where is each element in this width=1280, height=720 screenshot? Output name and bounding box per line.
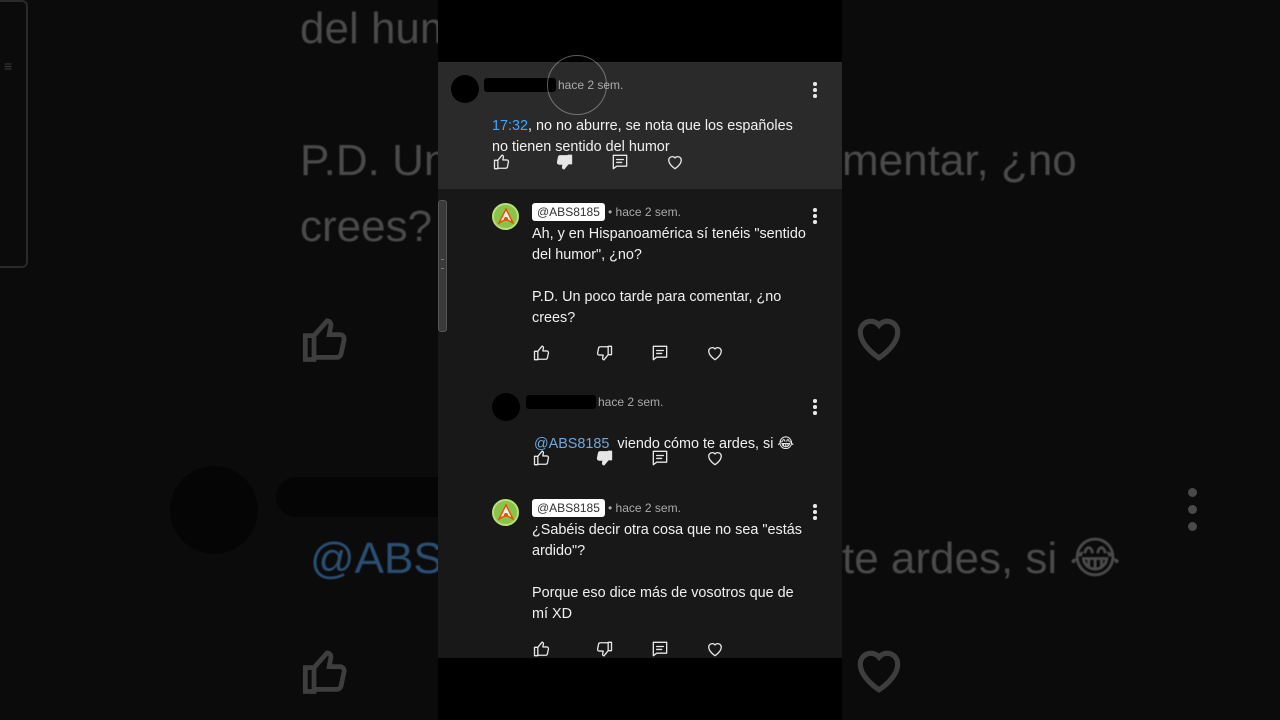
comment-time: • hace 2 sem. bbox=[608, 501, 681, 515]
comment-actions bbox=[532, 448, 732, 470]
reply-icon[interactable] bbox=[650, 448, 670, 468]
background-reply-text: te ardes, si 😂 bbox=[842, 534, 1121, 583]
thumbs-down-icon[interactable] bbox=[594, 343, 614, 363]
background-scrollbar: ≡ bbox=[0, 0, 28, 268]
heart-icon[interactable] bbox=[705, 448, 725, 468]
more-vert-icon[interactable] bbox=[807, 206, 823, 226]
thumbs-up-icon[interactable] bbox=[492, 152, 512, 172]
background-text-crees: crees? bbox=[300, 202, 433, 251]
panel-scrollbar[interactable] bbox=[438, 200, 447, 332]
background-text-pd-left: P.D. Un bbox=[300, 136, 449, 185]
avatar[interactable] bbox=[492, 393, 520, 421]
background-thumbs-up-icon bbox=[300, 314, 354, 371]
comment-item[interactable]: @ABS8185 • hace 2 sem. ¿Sabéis decir otr… bbox=[438, 485, 842, 658]
thumbs-down-icon[interactable] bbox=[554, 152, 574, 172]
comment-item[interactable]: @ABS8185 • hace 2 sem. Ah, y en Hispanoa… bbox=[438, 189, 842, 379]
heart-icon[interactable] bbox=[705, 639, 725, 658]
background-more-icon bbox=[1188, 488, 1200, 539]
thumbs-down-icon[interactable] bbox=[594, 448, 614, 468]
reply-icon[interactable] bbox=[650, 343, 670, 363]
comment-time: hace 2 sem. bbox=[558, 78, 624, 92]
comment-actions bbox=[492, 152, 692, 174]
comment-text: 17:32, no no aburre, se nota que los esp… bbox=[492, 95, 822, 158]
comment-text: ¿Sabéis decir otra cosa que no sea "está… bbox=[532, 522, 802, 622]
comment-text: Ah, y en Hispanoamérica sí tenéis "senti… bbox=[532, 226, 806, 326]
heart-icon[interactable] bbox=[665, 152, 685, 172]
timestamp-link[interactable]: 17:32 bbox=[492, 118, 528, 134]
thumbs-up-icon[interactable] bbox=[532, 639, 552, 658]
avatar[interactable] bbox=[492, 203, 519, 230]
background-thumbs-up-icon-2 bbox=[300, 646, 354, 703]
author-name-redacted[interactable] bbox=[484, 78, 556, 92]
thumbs-up-icon[interactable] bbox=[532, 448, 552, 468]
comment-actions bbox=[532, 639, 732, 658]
comment-text-body: , no no aburre, se nota que los españole… bbox=[492, 118, 793, 155]
background-mention: @ABS bbox=[310, 534, 443, 583]
comment-item[interactable]: hace 2 sem. 17:32, no no aburre, se nota… bbox=[438, 62, 842, 189]
reply-icon[interactable] bbox=[610, 152, 630, 172]
avatar[interactable] bbox=[492, 499, 519, 526]
reply-icon[interactable] bbox=[650, 639, 670, 658]
background-heart-icon-2 bbox=[850, 642, 908, 703]
avatar[interactable] bbox=[451, 75, 479, 103]
panel-top-bar bbox=[438, 0, 842, 62]
comment-thread-panel[interactable]: hace 2 sem. 17:32, no no aburre, se nota… bbox=[438, 62, 842, 658]
thumbs-down-icon[interactable] bbox=[594, 639, 614, 658]
comment-time: • hace 2 sem. bbox=[608, 205, 681, 219]
author-handle[interactable]: @ABS8185 bbox=[532, 499, 605, 517]
heart-icon[interactable] bbox=[705, 343, 725, 363]
author-name-redacted[interactable] bbox=[526, 395, 596, 409]
author-handle[interactable]: @ABS8185 bbox=[532, 203, 605, 221]
comment-item[interactable]: hace 2 sem. @ABS8185 viendo cómo te arde… bbox=[438, 379, 842, 485]
background-text-pd-right: mentar, ¿no bbox=[842, 136, 1077, 185]
comment-actions bbox=[532, 343, 732, 365]
panel-bottom-bar bbox=[438, 658, 842, 720]
background-heart-icon bbox=[850, 310, 908, 371]
more-vert-icon[interactable] bbox=[807, 502, 823, 522]
background-avatar bbox=[170, 466, 258, 554]
comment-time: hace 2 sem. bbox=[598, 395, 664, 409]
thumbs-up-icon[interactable] bbox=[532, 343, 552, 363]
